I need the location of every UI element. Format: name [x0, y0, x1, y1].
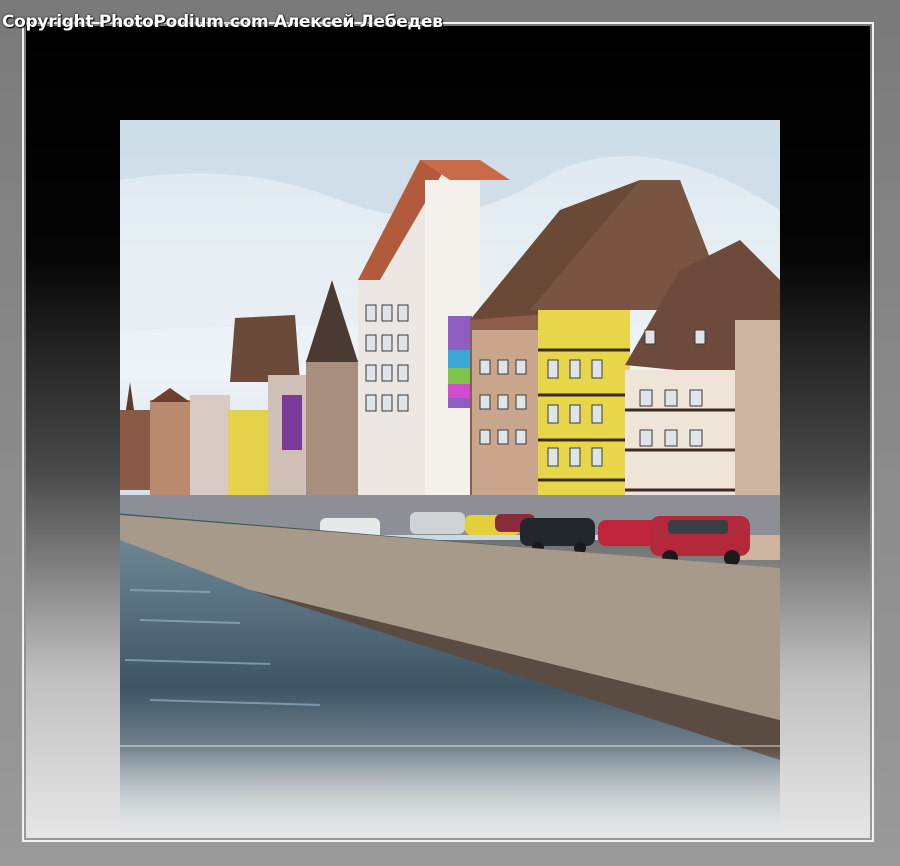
photo — [120, 120, 780, 834]
copyright-watermark: Copyright PhotoPodium.com Алексей Лебеде… — [2, 12, 443, 32]
